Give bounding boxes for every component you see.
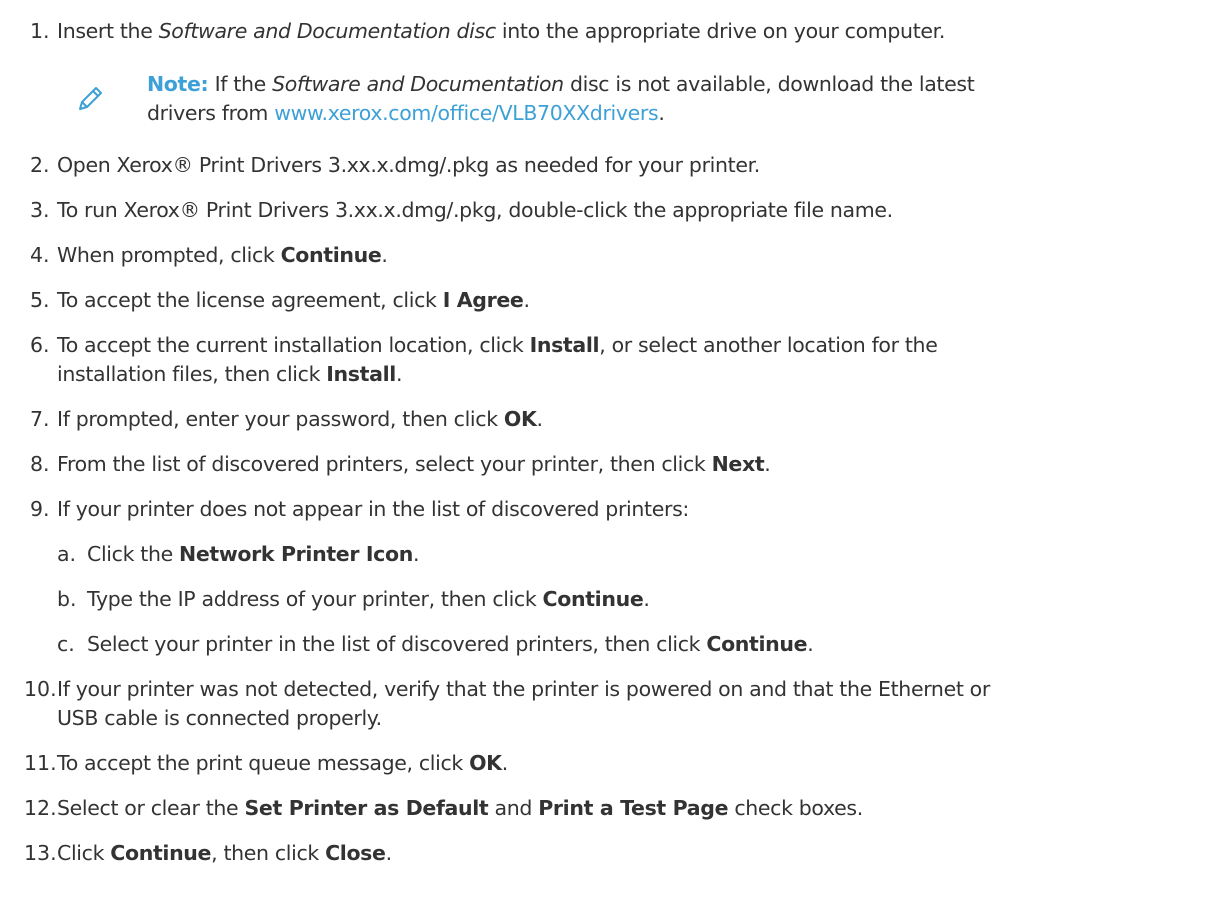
step-number: 6. <box>30 333 50 357</box>
drivers-link[interactable]: www.xerox.com/office/VLB70XXdrivers <box>274 101 659 125</box>
continue-label: Continue <box>280 243 382 267</box>
step-text: . <box>523 288 531 312</box>
substep-letter: c. <box>57 632 75 656</box>
step-text: Select or clear the <box>57 796 245 820</box>
step-text: . <box>807 632 814 656</box>
note-text: If the <box>208 72 273 96</box>
step-number: 12. <box>24 796 57 820</box>
continue-label: Continue <box>110 841 212 865</box>
install-label: Install <box>529 333 600 357</box>
step-text: Type the IP address of your printer, the… <box>87 587 543 611</box>
step-number: 10. <box>24 677 57 701</box>
step-text: and <box>488 796 539 820</box>
step-text: . <box>643 587 650 611</box>
step-10-text-line-2: USB cable is connected properly. <box>57 706 382 730</box>
step-5-text: To accept the license agreement, click I… <box>57 285 530 315</box>
step-text: If prompted, enter your password, then c… <box>57 407 504 431</box>
next-label: Next <box>711 452 765 476</box>
step-7-text: If prompted, enter your password, then c… <box>57 404 543 434</box>
step-3-text: To run Xerox® Print Drivers 3.xx.x.dmg/.… <box>57 198 893 222</box>
step-number: 5. <box>30 288 50 312</box>
step-number: 9. <box>30 497 50 521</box>
step-8-text: From the list of discovered printers, se… <box>57 449 771 479</box>
step-13-text: Click Continue, then click Close. <box>57 838 392 868</box>
step-text: . <box>395 362 403 386</box>
install-label: Install <box>326 362 396 386</box>
note-text: . <box>658 101 665 125</box>
continue-label: Continue <box>542 587 644 611</box>
step-6-text-line-2: installation files, then click Install. <box>57 359 402 389</box>
step-number: 2. <box>30 153 50 177</box>
continue-label: Continue <box>706 632 808 656</box>
step-text: To accept the license agreement, click <box>57 288 443 312</box>
step-text: . <box>381 243 388 267</box>
instruction-document: 1. Insert the Software and Documentation… <box>0 0 1212 909</box>
step-4-text: When prompted, click Continue. <box>57 240 388 270</box>
step-text: . <box>385 841 393 865</box>
step-text: From the list of discovered printers, se… <box>57 452 712 476</box>
close-label: Close <box>325 841 386 865</box>
step-text: Select your printer in the list of disco… <box>87 632 707 656</box>
print-test-page-label: Print a Test Page <box>538 796 729 820</box>
step-number: 3. <box>30 198 50 222</box>
step-number: 11. <box>24 751 57 775</box>
note-label: Note: <box>147 72 209 96</box>
substep-c-text: Select your printer in the list of disco… <box>87 629 814 659</box>
step-text: into the appropriate drive on your compu… <box>495 19 946 43</box>
i-agree-label: I Agree <box>442 288 524 312</box>
step-text: . <box>536 407 544 431</box>
ok-label: OK <box>469 751 502 775</box>
step-text: , or select another location for the <box>599 333 938 357</box>
disc-name: Software and Documentation disc <box>158 19 496 43</box>
step-11-text: To accept the print queue message, click… <box>57 748 508 778</box>
step-text: installation files, then click <box>57 362 327 386</box>
note-text: drivers from <box>147 101 275 125</box>
substep-letter: a. <box>57 542 77 566</box>
step-text: Insert the <box>57 19 159 43</box>
step-number: 1. <box>30 19 50 43</box>
substep-letter: b. <box>57 587 77 611</box>
step-1-text: Insert the Software and Documentation di… <box>57 16 945 46</box>
step-text: Click <box>57 841 111 865</box>
step-text: . <box>412 542 420 566</box>
step-text: To accept the current installation locat… <box>57 333 530 357</box>
step-text: . <box>764 452 771 476</box>
step-text: To accept the print queue message, click <box>57 751 470 775</box>
step-10-text: If your printer was not detected, verify… <box>57 677 990 701</box>
set-default-label: Set Printer as Default <box>244 796 489 820</box>
step-6-text: To accept the current installation locat… <box>57 330 938 360</box>
step-number: 8. <box>30 452 50 476</box>
note-line-2: drivers from www.xerox.com/office/VLB70X… <box>147 98 665 128</box>
step-2-text: Open Xerox® Print Drivers 3.xx.x.dmg/.pk… <box>57 153 760 177</box>
step-12-text: Select or clear the Set Printer as Defau… <box>57 793 863 823</box>
note-line-1: Note: If the Software and Documentation … <box>147 69 975 99</box>
ok-label: OK <box>503 407 537 431</box>
disc-name: Software and Documentation <box>272 72 564 96</box>
step-number: 13. <box>24 841 57 865</box>
step-text: check boxes. <box>728 796 863 820</box>
step-number: 4. <box>30 243 50 267</box>
step-number: 7. <box>30 407 50 431</box>
step-9-text: If your printer does not appear in the l… <box>57 497 689 521</box>
step-text: , then click <box>211 841 326 865</box>
substep-a-text: Click the Network Printer Icon. <box>87 539 420 569</box>
step-text: Click the <box>87 542 180 566</box>
step-text: When prompted, click <box>57 243 281 267</box>
note-text: disc is not available, download the late… <box>563 72 975 96</box>
pencil-icon <box>79 87 102 110</box>
substep-b-text: Type the IP address of your printer, the… <box>87 584 650 614</box>
step-text: . <box>501 751 509 775</box>
network-printer-icon-label: Network Printer Icon <box>179 542 413 566</box>
